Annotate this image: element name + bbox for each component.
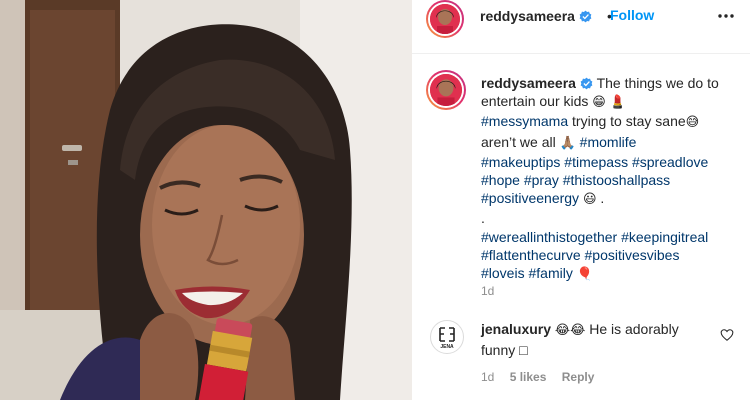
praying-hands-emoji-icon: 🙏🏽 (559, 135, 576, 151)
more-options-icon[interactable] (716, 6, 736, 26)
hashtag-wereallinthistogether[interactable]: #wereallinthistogether (481, 229, 617, 245)
comment-trailing-glyph: □ (519, 341, 528, 358)
follow-button[interactable]: Follow (610, 7, 654, 23)
balloon-emoji-icon: 🎈 (576, 267, 593, 283)
hashtag-keepingitreal[interactable]: #keepingitreal (621, 229, 708, 245)
hashtag-momlife[interactable]: #momlife (580, 134, 637, 150)
caption-timestamp[interactable]: 1d (481, 284, 494, 298)
caption-period: . (596, 190, 605, 207)
caption-dot-line: . (481, 210, 485, 227)
comment-meta: 1d 5 likes Reply (481, 370, 606, 384)
hashtag-makeuptips[interactable]: #makeuptips (481, 154, 560, 170)
like-comment-heart-icon[interactable] (720, 328, 734, 342)
comment-likes-count[interactable]: 5 likes (510, 370, 547, 384)
author-username[interactable]: reddysameera (480, 8, 592, 24)
tears-of-joy-emoji-icon: 😂😂 (554, 323, 586, 338)
commenter-username[interactable]: jenaluxury (481, 321, 551, 337)
reply-button[interactable]: Reply (562, 370, 595, 384)
hashtag-thistooshallpass[interactable]: #thistooshallpass (563, 172, 670, 188)
verified-badge-icon (580, 77, 593, 90)
hashtag-timepass[interactable]: #timepass (564, 154, 628, 170)
hashtag-messymama[interactable]: #messymama (481, 113, 568, 129)
caption-arent-text: aren’t we all (481, 133, 560, 150)
caption-username[interactable]: reddysameera (481, 75, 576, 91)
verified-badge-icon (579, 10, 592, 23)
post-photo[interactable] (0, 0, 412, 400)
hashtag-hope[interactable]: #hope (481, 172, 520, 188)
post-header: reddysameera • Follow (412, 0, 750, 54)
comment-text: jenaluxury 😂😂 He is adorably funny □ (481, 320, 711, 359)
comment-timestamp[interactable]: 1d (481, 370, 494, 384)
post-details-panel: reddysameera • Follow reddysameera The t… (412, 0, 750, 400)
caption-trying-text: trying to stay sane (568, 113, 686, 130)
commenter-avatar[interactable]: JENA (430, 320, 464, 354)
smiley-emoji-icon: 😃 (582, 192, 597, 208)
caption-text: reddysameera The things we do to enterta… (481, 74, 746, 284)
hashtag-family[interactable]: #family (528, 265, 572, 281)
sweat-smile-emoji-icon: 😅 (685, 115, 700, 131)
author-avatar[interactable] (426, 0, 464, 38)
hashtag-positivesvibes[interactable]: #positivesvibes (585, 247, 680, 263)
hashtag-pray[interactable]: #pray (524, 172, 559, 188)
caption-author-avatar[interactable] (426, 70, 466, 110)
lipstick-emoji-icon: 💄 (609, 95, 626, 111)
commenter-avatar-text: JENA (440, 344, 454, 350)
grinning-emoji-icon: 😁 (592, 95, 606, 111)
hashtag-positiveenergy[interactable]: #positiveenergy (481, 190, 579, 206)
hashtag-flattenthecurve[interactable]: #flattenthecurve (481, 247, 581, 263)
hashtag-spreadlove[interactable]: #spreadlove (632, 154, 708, 170)
hashtag-loveis[interactable]: #loveis (481, 265, 525, 281)
